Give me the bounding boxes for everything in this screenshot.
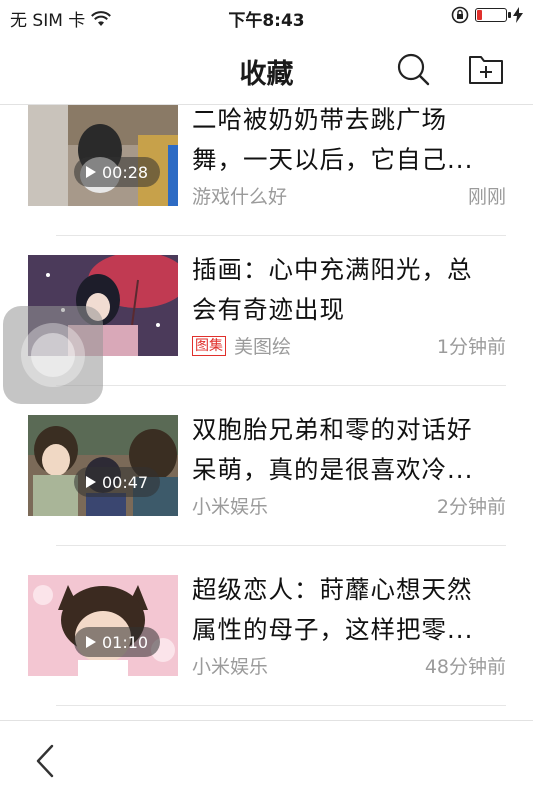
battery-level <box>477 10 482 20</box>
title-line-2: 属性的母子，这样把零... <box>192 615 474 644</box>
back-chevron-icon[interactable] <box>30 741 60 781</box>
title-line-2: 舞，一天以后，它自己... <box>192 145 474 174</box>
item-time: 48分钟前 <box>424 656 506 678</box>
item-title: 双胞胎兄弟和零的对话好 呆萌，真的是很喜欢冷... <box>192 410 502 490</box>
list-item[interactable]: 00:47 双胞胎兄弟和零的对话好 呆萌，真的是很喜欢冷... 小米娱乐 2分钟… <box>28 386 506 546</box>
battery-icon <box>475 8 511 22</box>
video-thumbnail: 00:28 <box>28 105 178 206</box>
item-source: 图集 美图绘 <box>192 332 291 359</box>
thumbnail-image <box>28 575 178 676</box>
play-icon <box>86 636 96 648</box>
thumbnail-image <box>28 105 178 206</box>
video-thumbnail: 00:47 <box>28 415 178 516</box>
duration-label: 00:47 <box>102 472 149 492</box>
duration-badge: 00:47 <box>74 467 161 497</box>
play-icon <box>86 476 96 488</box>
lock-rotation-icon <box>451 6 469 24</box>
item-time: 1分钟前 <box>436 336 506 358</box>
thumbnail-image <box>28 415 178 516</box>
title-line-1: 二哈被奶奶带去跳广场 <box>192 105 447 134</box>
status-right <box>451 6 523 24</box>
assistive-touch-ring <box>21 323 85 387</box>
play-icon <box>86 166 96 178</box>
list-item[interactable]: 00:28 二哈被奶奶带去跳广场 舞，一天以后，它自己... 游戏什么好 刚刚 <box>28 105 506 236</box>
divider <box>56 705 506 706</box>
search-icon[interactable] <box>396 52 430 86</box>
bottom-toolbar <box>0 720 533 801</box>
assistive-touch-icon[interactable] <box>3 306 103 404</box>
title-line-1: 超级恋人：莳蘼心想天然 <box>192 575 473 604</box>
duration-label: 01:10 <box>102 632 149 652</box>
item-source: 小米娱乐 <box>192 496 269 518</box>
charging-icon <box>513 7 523 23</box>
source-label: 美图绘 <box>234 336 292 358</box>
favorites-list[interactable]: 00:28 二哈被奶奶带去跳广场 舞，一天以后，它自己... 游戏什么好 刚刚 <box>0 105 533 721</box>
title-line-2: 会有奇迹出现 <box>192 295 345 324</box>
list-item[interactable]: 01:10 超级恋人：莳蘼心想天然 属性的母子，这样把零... 小米娱乐 48分… <box>28 546 506 706</box>
album-tag: 图集 <box>192 336 226 356</box>
item-title: 插画：心中充满阳光，总 会有奇迹出现 <box>192 250 502 330</box>
item-source: 游戏什么好 <box>192 186 288 208</box>
item-title: 超级恋人：莳蘼心想天然 属性的母子，这样把零... <box>192 570 502 650</box>
video-thumbnail: 01:10 <box>28 575 178 676</box>
title-line-2: 呆萌，真的是很喜欢冷... <box>192 455 474 484</box>
add-folder-icon[interactable] <box>468 53 504 85</box>
duration-badge: 00:28 <box>74 157 161 187</box>
item-time: 刚刚 <box>467 186 506 208</box>
status-bar: 无 SIM 卡 下午8:43 <box>0 0 533 34</box>
assistive-touch-core <box>31 333 75 377</box>
page-title: 收藏 <box>239 59 294 90</box>
item-source: 小米娱乐 <box>192 656 269 678</box>
item-time: 2分钟前 <box>436 496 506 518</box>
duration-label: 00:28 <box>102 162 149 182</box>
title-line-1: 插画：心中充满阳光，总 <box>192 255 473 284</box>
nav-bar: 收藏 <box>0 34 533 105</box>
duration-badge: 01:10 <box>74 627 161 657</box>
item-title: 二哈被奶奶带去跳广场 舞，一天以后，它自己... <box>192 105 502 180</box>
title-line-1: 双胞胎兄弟和零的对话好 <box>192 415 473 444</box>
